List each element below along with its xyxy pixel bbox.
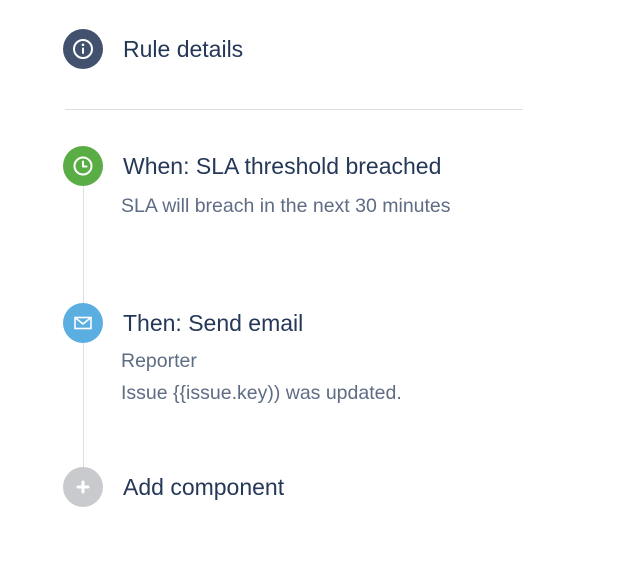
section-divider xyxy=(65,109,523,110)
connector-line xyxy=(83,343,84,467)
plus-icon xyxy=(63,467,103,507)
action-title: Then: Send email xyxy=(123,309,304,336)
clock-icon xyxy=(63,146,103,186)
trigger-component[interactable]: When: SLA threshold breached xyxy=(63,146,441,186)
trigger-description: SLA will breach in the next 30 minutes xyxy=(121,195,451,217)
action-subject: Issue {{issue.key)) was updated. xyxy=(121,382,402,404)
connector-line xyxy=(83,186,84,304)
envelope-icon xyxy=(63,303,103,343)
rule-details-label: Rule details xyxy=(123,35,244,62)
rule-details-item[interactable]: Rule details xyxy=(63,29,243,69)
action-recipient: Reporter xyxy=(121,350,197,372)
trigger-title: When: SLA threshold breached xyxy=(123,152,442,179)
info-icon xyxy=(63,29,103,69)
add-component-button[interactable]: Add component xyxy=(63,467,284,507)
action-component[interactable]: Then: Send email xyxy=(63,303,303,343)
add-component-label: Add component xyxy=(123,473,285,500)
